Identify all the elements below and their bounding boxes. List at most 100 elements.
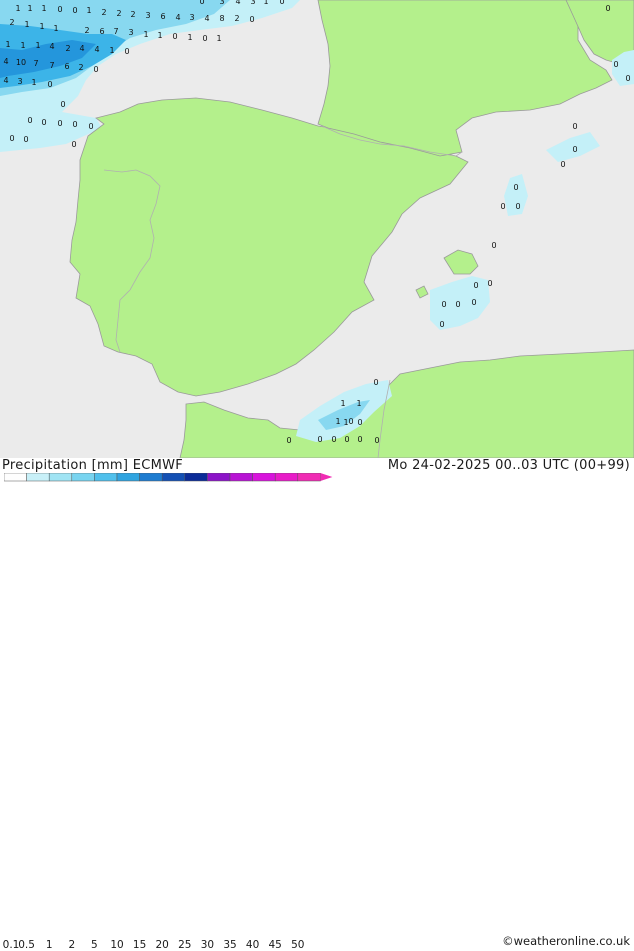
precip-value-label: 0 <box>172 32 177 41</box>
precip-value-label: 0 <box>487 279 492 288</box>
scale-label: 0.5 <box>18 939 35 951</box>
precip-value-label: 0 <box>439 320 444 329</box>
precip-value-label: 4 <box>79 44 84 53</box>
precip-value-label: 0 <box>23 135 28 144</box>
precip-value-label: 3 <box>17 77 22 86</box>
scale-label: 30 <box>200 939 215 951</box>
scale-arrow <box>320 473 333 481</box>
precip-value-label: 2 <box>65 44 70 53</box>
precip-value-label: 0 <box>344 435 349 444</box>
scale-swatch <box>184 473 208 482</box>
precip-value-label: 0 <box>500 202 505 211</box>
precip-value-label: 1 <box>157 31 162 40</box>
precip-value-label: 0 <box>72 6 77 15</box>
precip-value-label: 0 <box>279 0 284 6</box>
map-canvas: 1 1 1 0 0 1 2 2 2 3 6 4 3 4 8 2 02 1 1 1 2 6 7 3 1 1 0 1 0 11 1 1 4 2 4 4 1 0… <box>0 0 634 458</box>
scale-swatch <box>26 473 50 482</box>
scale-swatch <box>229 473 253 482</box>
scale-label: 45 <box>268 939 282 951</box>
scale-swatch <box>94 473 118 482</box>
precip-value-label: 0 <box>249 15 254 24</box>
scale-swatch <box>207 473 231 482</box>
precip-value-label: 0 <box>60 100 65 109</box>
precip-value-label: 0 <box>357 418 362 427</box>
precip-value-label: 6 <box>64 62 69 71</box>
precip-value-label: 1 <box>15 4 20 13</box>
map-title: Precipitation [mm] ECMWF <box>2 458 184 473</box>
precip-value-label: 0 <box>625 74 630 83</box>
precip-value-label: 6 <box>160 12 165 21</box>
precip-value-label: 6 <box>99 27 104 36</box>
precip-value-label: 0 <box>202 34 207 43</box>
scale-label: 0.1 <box>2 939 20 951</box>
precip-value-label: 0 <box>57 119 62 128</box>
precip-value-label: 2 <box>78 63 83 72</box>
precip-value-label: 8 <box>219 14 224 23</box>
precip-value-label: 0 <box>41 118 46 127</box>
precip-value-label: 1 <box>20 41 25 50</box>
precip-value-label: 10 <box>16 58 26 67</box>
precip-value-label: 1 <box>27 4 32 13</box>
precip-value-label: 4 <box>94 45 99 54</box>
precip-value-label: 1 <box>340 399 345 408</box>
precip-value-label: 1 <box>216 34 221 43</box>
precip-color-scale <box>4 473 333 482</box>
precip-value-label: 1 <box>39 22 44 31</box>
precip-value-label: 3 <box>189 13 194 22</box>
scale-label: 10 <box>110 939 124 951</box>
precip-value-label: 1 <box>356 399 361 408</box>
scale-swatch <box>161 473 186 482</box>
precipitation-map[interactable]: 1110012223643482021112673110101111424410… <box>0 0 634 458</box>
precip-value-label: 4 <box>3 57 8 66</box>
site-credit[interactable]: ©weatheronline.co.uk <box>502 934 630 948</box>
map-footer: Precipitation [mm] ECMWF Mo 24-02-2025 0… <box>0 458 634 951</box>
precip-value-label: 3 <box>128 28 133 37</box>
precip-value-label: 1 <box>143 30 148 39</box>
precip-value-label: 7 <box>113 27 118 36</box>
precip-value-label: 4 <box>3 76 8 85</box>
precip-value-label: 2 <box>234 14 239 23</box>
scale-swatch <box>116 473 140 482</box>
precip-value-label: 0 <box>93 65 98 74</box>
precip-value-label: 0 <box>605 4 610 13</box>
scale-label: 35 <box>223 939 237 951</box>
precip-value-label: 0 <box>199 0 204 6</box>
precip-value-label: 1 <box>41 4 46 13</box>
precip-value-label: 2 <box>130 10 135 19</box>
scale-swatch <box>139 473 163 482</box>
precip-value-label: 4 <box>49 42 54 51</box>
scale-label: 25 <box>178 939 192 951</box>
scale-label: 1 <box>45 939 53 951</box>
precip-value-label: 1 <box>24 20 29 29</box>
precip-value-label: 1 <box>5 40 10 49</box>
scale-label: 20 <box>155 939 169 951</box>
precip-value-label: 0 <box>513 183 518 192</box>
precip-value-label: 0 <box>286 436 291 445</box>
precip-value-label: 0 <box>491 241 496 250</box>
precip-value-label: 7 <box>49 61 54 70</box>
precip-value-label: 1 <box>187 33 192 42</box>
precip-value-label: 1 <box>263 0 268 6</box>
precip-value-label: 0 <box>373 378 378 387</box>
scale-swatch <box>252 473 276 482</box>
precip-value-label: 1 <box>335 417 340 426</box>
precip-value-label: 0 <box>357 435 362 444</box>
precip-value-label: 1 <box>53 24 58 33</box>
precip-value-label: 4 <box>175 13 180 22</box>
precip-value-label: 0 <box>572 145 577 154</box>
precip-value-label: 0 <box>455 300 460 309</box>
precip-value-label: 0 <box>515 202 520 211</box>
precip-value-label: 0 <box>88 122 93 131</box>
precip-value-label: 2 <box>84 26 89 35</box>
precip-value-label: 2 <box>101 8 106 17</box>
precip-value-label: 1 <box>109 46 114 55</box>
precip-value-label: 0 <box>441 300 446 309</box>
precip-value-label: 3 <box>145 11 150 20</box>
precip-value-label: 0 <box>348 417 353 426</box>
precip-value-label: 1 <box>343 418 348 427</box>
precip-value-label: 0 <box>124 47 129 56</box>
precip-value-label: 0 <box>9 134 14 143</box>
precip-value-label: 0 <box>331 435 336 444</box>
scale-swatch <box>297 473 321 482</box>
precip-value-label: 0 <box>47 80 52 89</box>
